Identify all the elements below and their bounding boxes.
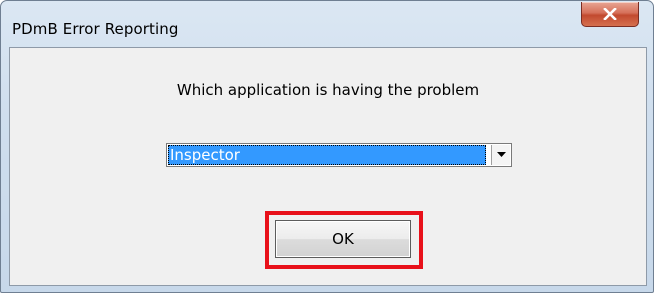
application-select[interactable]: Inspector (166, 143, 512, 167)
close-icon (603, 8, 617, 20)
dropdown-arrow-button[interactable] (491, 145, 510, 165)
dialog-window: PDmB Error Reporting Which application i… (0, 0, 654, 293)
prompt-label: Which application is having the problem (176, 81, 480, 99)
close-button[interactable] (581, 2, 639, 27)
dialog-body: Which application is having the problem … (9, 47, 647, 286)
chevron-down-icon (496, 152, 506, 157)
application-select-value: Inspector (168, 145, 486, 165)
title-bar[interactable]: PDmB Error Reporting (1, 1, 653, 47)
window-title: PDmB Error Reporting (12, 20, 179, 38)
ok-button[interactable]: OK (275, 220, 411, 258)
